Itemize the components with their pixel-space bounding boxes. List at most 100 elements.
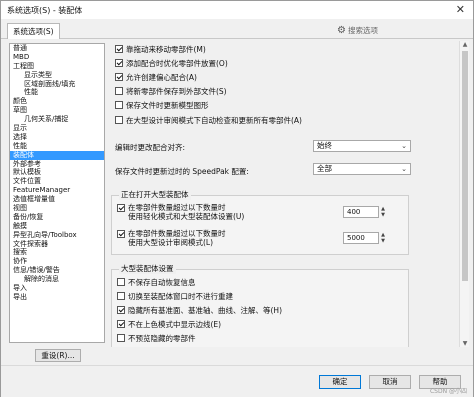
checkbox-icon[interactable] <box>115 116 123 124</box>
vertical-scrollbar[interactable]: ▲ ▼ <box>459 41 469 347</box>
checkbox-icon[interactable] <box>117 306 125 314</box>
large-assembly-threshold-checkbox[interactable]: 在零部件数量超过以下数量时 使用大型设计审阅模式(L) <box>117 229 226 247</box>
button-bar: 确定 取消 帮助 CSDN @小四 <box>1 365 473 397</box>
search-box[interactable]: ⚙ 搜索选项 <box>337 23 467 37</box>
spinner-arrows-icon[interactable]: ▲ ▼ <box>379 206 387 218</box>
threshold-spinbox[interactable]: 5000 ▲ ▼ <box>343 232 385 244</box>
checkbox-label: 保存文件时更新模型图形 <box>126 100 209 110</box>
large-assembly-setting-checkbox[interactable]: 不保存自动恢复信息 <box>117 277 196 287</box>
top-option-checkbox[interactable]: 允许创建偏心配合(A) <box>115 72 197 82</box>
speedpak-select[interactable]: 全部 ⌄ <box>313 163 411 175</box>
tree-item[interactable]: 显示 <box>10 124 104 133</box>
checkbox-icon[interactable] <box>117 204 125 212</box>
checkbox-label: 隐藏所有基准面、基准轴、曲线、注解、等(H) <box>128 305 282 315</box>
watermark: CSDN @小四 <box>429 388 467 395</box>
checkbox-label: 靠拖动来移动零部件(M) <box>126 44 206 54</box>
checkbox-icon[interactable] <box>115 87 123 95</box>
tree-item[interactable]: 视图 <box>10 204 104 213</box>
tree-item[interactable]: FeatureManager <box>10 186 104 195</box>
tree-item[interactable]: 触摸 <box>10 222 104 231</box>
threshold-label-line2: 使用大型设计审阅模式(L) <box>128 238 214 247</box>
threshold-label-line2: 使用轻化模式和大型装配体设置(U) <box>128 212 245 221</box>
threshold-label-line1: 在零部件数量超过以下数量时 <box>128 203 226 212</box>
top-option-checkbox[interactable]: 在大型设计审阅模式下自动检查和更新所有零部件(A) <box>115 115 302 125</box>
options-tree[interactable]: 普通 MBD 工程图 显示类型 区域剖面线/填充 性能 颜色 草图 几何关系/捕捉 显示 选择 性能装… <box>9 43 105 343</box>
tree-item[interactable]: MBD <box>10 53 104 62</box>
tree-item[interactable]: 几何关系/捕捉 <box>10 115 104 124</box>
checkbox-icon[interactable] <box>115 101 123 109</box>
tree-item[interactable]: 信息/错误/警告 <box>10 266 104 275</box>
scroll-up-icon[interactable]: ▲ <box>460 41 470 48</box>
checkbox-label: 在大型设计审阅模式下自动检查和更新所有零部件(A) <box>126 115 302 125</box>
checkbox-label: 将新零部件保存到外部文件(S) <box>126 86 227 96</box>
cancel-button[interactable]: 取消 <box>369 375 411 389</box>
checkbox-label: 切换至装配体窗口时不进行重建 <box>128 291 233 301</box>
threshold-label-line1: 在零部件数量超过以下数量时 <box>128 229 226 238</box>
edit-align-label: 编辑时更改配合对齐: <box>115 143 186 152</box>
tree-item[interactable]: 选值框增量值 <box>10 195 104 204</box>
top-option-checkbox[interactable]: 靠拖动来移动零部件(M) <box>115 44 206 54</box>
threshold-label: 在零部件数量超过以下数量时 使用大型设计审阅模式(L) <box>128 229 226 247</box>
tab-system-options[interactable]: 系统选项(S) <box>7 23 60 39</box>
checkbox-icon[interactable] <box>115 73 123 81</box>
search-input[interactable]: 搜索选项 <box>348 25 378 36</box>
tree-item[interactable]: 选择 <box>10 133 104 142</box>
tree-item[interactable]: 协作 <box>10 257 104 266</box>
checkbox-icon[interactable] <box>115 45 123 53</box>
threshold-spinbox[interactable]: 400 ▲ ▼ <box>343 206 385 218</box>
speedpak-label: 保存文件时更新过时的 SpeedPak 配置: <box>115 167 249 176</box>
spinner-arrows-icon[interactable]: ▲ ▼ <box>379 232 387 244</box>
edit-align-value: 始终 <box>317 141 332 150</box>
top-option-checkbox[interactable]: 保存文件时更新模型图形 <box>115 100 209 110</box>
checkbox-icon[interactable] <box>117 320 125 328</box>
tree-item[interactable]: 文件位置 <box>10 177 104 186</box>
checkbox-label: 不在上色模式中显示边线(E) <box>128 319 222 329</box>
checkbox-icon[interactable] <box>117 334 125 342</box>
open-large-assembly-title: 正在打开大型装配体 <box>119 189 191 200</box>
tree-item[interactable]: 导入 <box>10 284 104 293</box>
edit-align-select[interactable]: 始终 ⌄ <box>313 140 411 152</box>
reset-button[interactable]: 重设(R)... <box>35 349 81 362</box>
top-option-checkbox[interactable]: 将新零部件保存到外部文件(S) <box>115 86 227 96</box>
options-dialog: 系统选项(S) - 装配体 ✕ 系统选项(S) ⚙ 搜索选项 普通 MBD 工程图显… <box>0 0 474 397</box>
tree-item[interactable]: 性能 <box>10 142 104 151</box>
checkbox-icon[interactable] <box>117 292 125 300</box>
ok-button[interactable]: 确定 <box>319 375 361 389</box>
tree-item[interactable]: 普通 <box>10 44 104 53</box>
checkbox-icon[interactable] <box>117 278 125 286</box>
tree-item[interactable]: 工程图 <box>10 62 104 71</box>
tree-item[interactable]: 性能 <box>10 88 104 97</box>
close-icon[interactable]: ✕ <box>456 3 465 16</box>
checkbox-icon[interactable] <box>115 59 123 67</box>
large-assembly-threshold-checkbox[interactable]: 在零部件数量超过以下数量时 使用轻化模式和大型装配体设置(U) <box>117 203 244 221</box>
large-assembly-setting-checkbox[interactable]: 切换至装配体窗口时不进行重建 <box>117 291 233 301</box>
chevron-down-icon: ⌄ <box>401 165 407 173</box>
checkbox-label: 允许创建偏心配合(A) <box>126 72 197 82</box>
gear-icon: ⚙ <box>337 24 346 36</box>
scroll-down-icon[interactable]: ▼ <box>460 340 470 347</box>
threshold-label: 在零部件数量超过以下数量时 使用轻化模式和大型装配体设置(U) <box>128 203 244 221</box>
tree-item[interactable]: 解除的消息 <box>10 275 104 284</box>
checkbox-label: 不保存自动恢复信息 <box>128 277 196 287</box>
checkbox-icon[interactable] <box>117 230 125 238</box>
assembly-options-panel: 编辑时更改配合对齐: 始终 ⌄ 保存文件时更新过时的 SpeedPak 配置: … <box>107 41 461 347</box>
checkbox-label: 添加配合时优化零部件放置(O) <box>126 58 228 68</box>
large-assembly-setting-checkbox[interactable]: 不在上色模式中显示边线(E) <box>117 319 221 329</box>
top-option-checkbox[interactable]: 添加配合时优化零部件放置(O) <box>115 58 228 68</box>
tree-item[interactable]: 导出 <box>10 293 104 302</box>
tree-item[interactable]: 异型孔向导/Toolbox <box>10 231 104 240</box>
title-bar: 系统选项(S) - 装配体 ✕ <box>1 1 473 19</box>
speedpak-value: 全部 <box>317 164 332 173</box>
window-title: 系统选项(S) - 装配体 <box>7 5 83 15</box>
tree-item[interactable]: 颜色 <box>10 97 104 106</box>
checkbox-label: 不预览隐藏的零部件 <box>128 333 196 343</box>
chevron-down-icon: ⌄ <box>401 142 407 150</box>
threshold-value: 5000 <box>347 234 365 242</box>
tree-item[interactable]: 显示类型 <box>10 71 104 80</box>
tree-item[interactable]: 草图 <box>10 106 104 115</box>
tree-item[interactable]: 装配体 <box>10 150 104 160</box>
scroll-thumb[interactable] <box>462 51 468 281</box>
tree-item[interactable]: 备份/恢复 <box>10 213 104 222</box>
large-assembly-setting-checkbox[interactable]: 隐藏所有基准面、基准轴、曲线、注解、等(H) <box>117 305 282 315</box>
large-assembly-setting-checkbox[interactable]: 不预览隐藏的零部件 <box>117 333 196 343</box>
